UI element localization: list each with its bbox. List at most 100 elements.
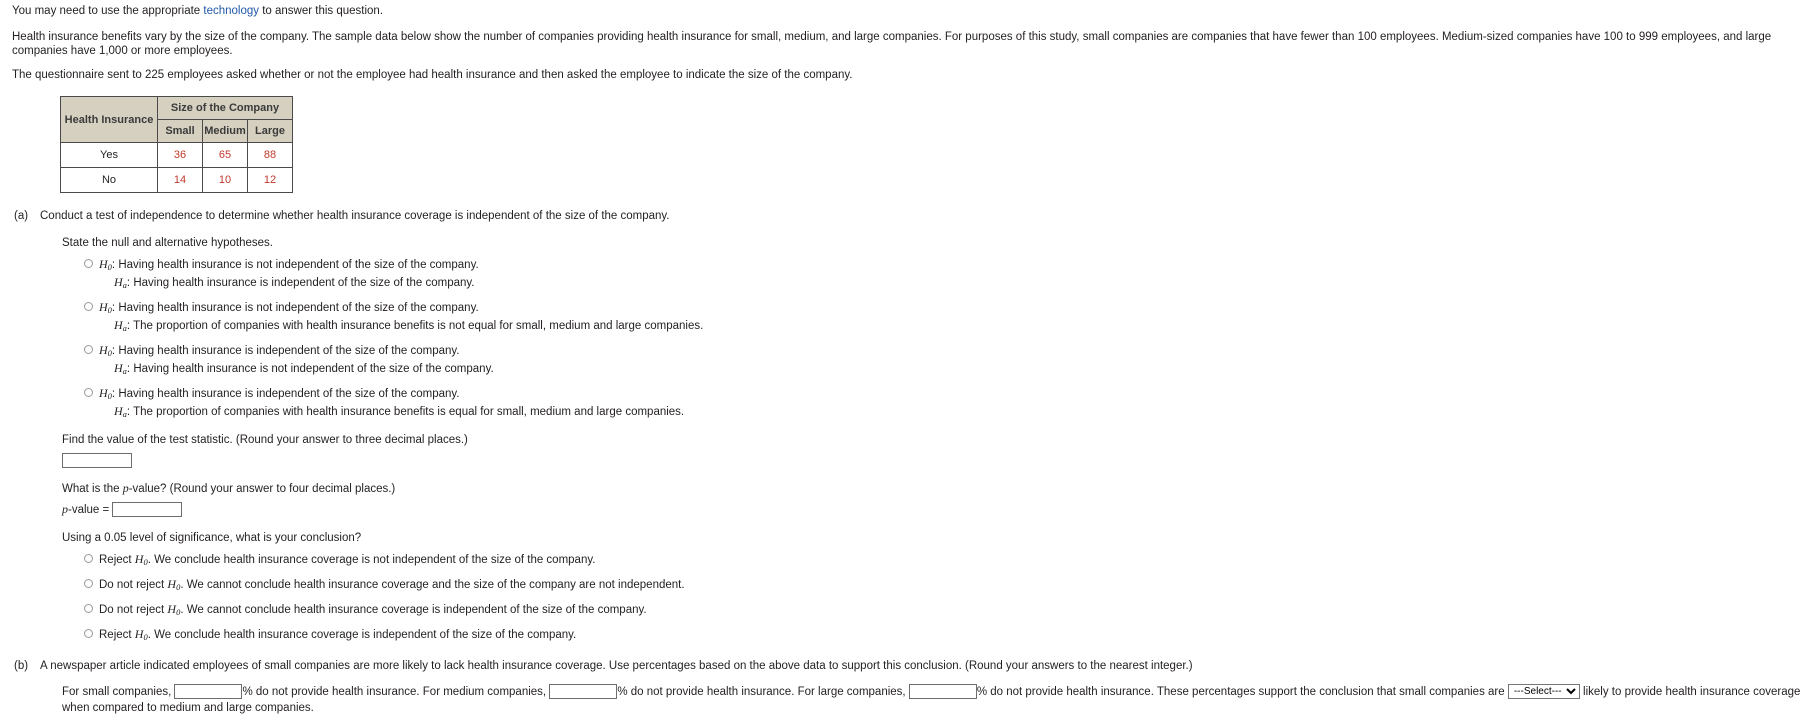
radio-icon[interactable] — [84, 302, 93, 311]
ha-symbol: H — [114, 404, 123, 418]
hypothesis-option-3-text: H0: Having health insurance is independe… — [99, 343, 1817, 377]
conclusion-option-4-text: Reject H0. We conclude health insurance … — [99, 627, 1817, 643]
pvalue-input[interactable] — [112, 502, 183, 518]
hypothesis-null-text: Having health insurance is independent o… — [118, 388, 460, 400]
radio-icon[interactable] — [84, 345, 93, 354]
small-percent-input[interactable] — [174, 684, 243, 700]
conclusion-rest: . We cannot conclude health insurance co… — [180, 604, 647, 616]
conclusion-option-1-text: Reject H0. We conclude health insurance … — [99, 552, 1817, 568]
row-label-no: No — [60, 167, 158, 193]
h0-subscript: 0 — [107, 262, 112, 272]
ha-subscript: a — [122, 323, 127, 333]
conclusion-rest: . We cannot conclude health insurance co… — [180, 579, 685, 591]
likelihood-select[interactable]: ---Select---moreless — [1507, 684, 1580, 700]
radio-icon[interactable] — [84, 259, 93, 268]
table-header-row-1: Health Insurance Size of the Company — [60, 96, 293, 143]
medium-percent-input[interactable] — [549, 684, 618, 700]
ha-subscript: a — [122, 366, 127, 376]
row-label-yes: Yes — [60, 142, 158, 168]
part-b-segment-2: % do not provide health insurance. For m… — [242, 686, 550, 698]
ha-subscript: a — [122, 280, 127, 290]
test-statistic-row — [62, 453, 1817, 468]
hypothesis-option-3[interactable]: H0: Having health insurance is independe… — [84, 343, 1817, 377]
part-a-prompt: Conduct a test of independence to determ… — [40, 210, 670, 222]
conclusion-lead: Reject — [99, 554, 135, 566]
h0-symbol: H — [99, 343, 108, 357]
radio-icon[interactable] — [84, 604, 93, 613]
technology-note-suffix: to answer this question. — [259, 5, 384, 17]
column-header-medium: Medium — [202, 119, 248, 143]
cell-no-large: 12 — [247, 167, 293, 193]
part-b-prompt: A newspaper article indicated employees … — [40, 660, 1193, 672]
technology-link[interactable]: technology — [203, 5, 259, 17]
cell-yes-small: 36 — [157, 142, 203, 168]
ha-symbol: H — [114, 361, 123, 375]
test-statistic-prompt: Find the value of the test statistic. (R… — [62, 434, 468, 446]
cell-no-medium: 10 — [202, 167, 248, 193]
hypothesis-alt-line: Ha: The proportion of companies with hea… — [99, 404, 1817, 420]
hypothesis-alt-text: The proportion of companies with health … — [133, 406, 685, 418]
pvalue-prompt-prefix: What is the — [62, 483, 123, 495]
part-b-body: A newspaper article indicated employees … — [40, 659, 1817, 716]
hypothesis-option-1-text: H0: Having health insurance is not indep… — [99, 257, 1817, 291]
pvalue-prompt-suffix: -value? (Round your answer to four decim… — [128, 483, 396, 495]
cell-yes-large: 88 — [247, 142, 293, 168]
conclusion-lead: Do not reject — [99, 604, 168, 616]
hypotheses-radio-group: H0: Having health insurance is not indep… — [62, 257, 1817, 420]
large-percent-input[interactable] — [908, 684, 977, 700]
conclusion-prompt: Using a 0.05 level of significance, what… — [62, 532, 362, 544]
conclusion-lead: Do not reject — [99, 579, 168, 591]
conclusion-radio-group: Reject H0. We conclude health insurance … — [62, 552, 1817, 643]
radio-icon[interactable] — [84, 388, 93, 397]
conclusion-option-3-text: Do not reject H0. We cannot conclude hea… — [99, 602, 1817, 618]
conclusion-lead: Reject — [99, 629, 135, 641]
hypothesis-alt-text: Having health insurance is not independe… — [133, 363, 494, 375]
hypothesis-option-4-text: H0: Having health insurance is independe… — [99, 386, 1817, 420]
table-corner-header: Health Insurance — [60, 96, 158, 143]
test-statistic-input[interactable] — [62, 453, 132, 468]
conclusion-option-2[interactable]: Do not reject H0. We cannot conclude hea… — [84, 577, 1817, 593]
contingency-table-wrapper: Health Insurance Size of the Company Sma… — [0, 96, 1817, 193]
h0-subscript: 0 — [176, 607, 181, 617]
radio-icon[interactable] — [84, 579, 93, 588]
hypothesis-option-1[interactable]: H0: Having health insurance is not indep… — [84, 257, 1817, 291]
technology-note: You may need to use the appropriate tech… — [0, 4, 1817, 18]
pvalue-prompt: What is the p-value? (Round your answer … — [62, 481, 1817, 496]
contingency-table: Health Insurance Size of the Company Sma… — [60, 96, 293, 193]
table-head: Health Insurance Size of the Company Sma… — [60, 96, 293, 143]
h0-subscript: 0 — [143, 557, 148, 567]
h0-symbol: H — [99, 300, 108, 314]
table-row: Yes 36 65 88 — [60, 142, 293, 168]
part-a-label: (a) — [14, 210, 29, 222]
conclusion-option-1[interactable]: Reject H0. We conclude health insurance … — [84, 552, 1817, 568]
radio-icon[interactable] — [84, 554, 93, 563]
hypothesis-null-text: Having health insurance is independent o… — [118, 345, 460, 357]
intro-paragraph-2: The questionnaire sent to 225 employees … — [12, 69, 853, 81]
pvalue-row: p-value = — [62, 501, 1817, 518]
hypothesis-option-2[interactable]: H0: Having health insurance is not indep… — [84, 300, 1817, 334]
hypotheses-prompt: State the null and alternative hypothese… — [62, 237, 273, 249]
part-b-label: (b) — [14, 660, 29, 672]
h0-subscript: 0 — [143, 632, 148, 642]
conclusion-option-4[interactable]: Reject H0. We conclude health insurance … — [84, 627, 1817, 643]
h0-subscript: 0 — [107, 348, 112, 358]
table-body: Yes 36 65 88 No 14 10 12 — [60, 142, 293, 193]
hypothesis-null-text: Having health insurance is not independe… — [118, 302, 479, 314]
h0-symbol: H — [167, 602, 177, 616]
h0-subscript: 0 — [176, 582, 181, 592]
part-b: (b) A newspaper article indicated employ… — [0, 659, 1817, 716]
h0-subscript: 0 — [107, 305, 112, 315]
h0-symbol: H — [99, 257, 108, 271]
intro-paragraph-1: Health insurance benefits vary by the si… — [12, 31, 1772, 57]
h0-subscript: 0 — [107, 391, 112, 401]
radio-icon[interactable] — [84, 629, 93, 638]
hypothesis-option-4[interactable]: H0: Having health insurance is independe… — [84, 386, 1817, 420]
hypothesis-option-2-text: H0: Having health insurance is not indep… — [99, 300, 1817, 334]
conclusion-option-3[interactable]: Do not reject H0. We cannot conclude hea… — [84, 602, 1817, 618]
ha-subscript: a — [122, 409, 127, 419]
technology-note-prefix: You may need to use the appropriate — [12, 5, 204, 17]
h0-symbol: H — [167, 577, 177, 591]
hypothesis-alt-line: Ha: Having health insurance is not indep… — [99, 361, 1817, 377]
